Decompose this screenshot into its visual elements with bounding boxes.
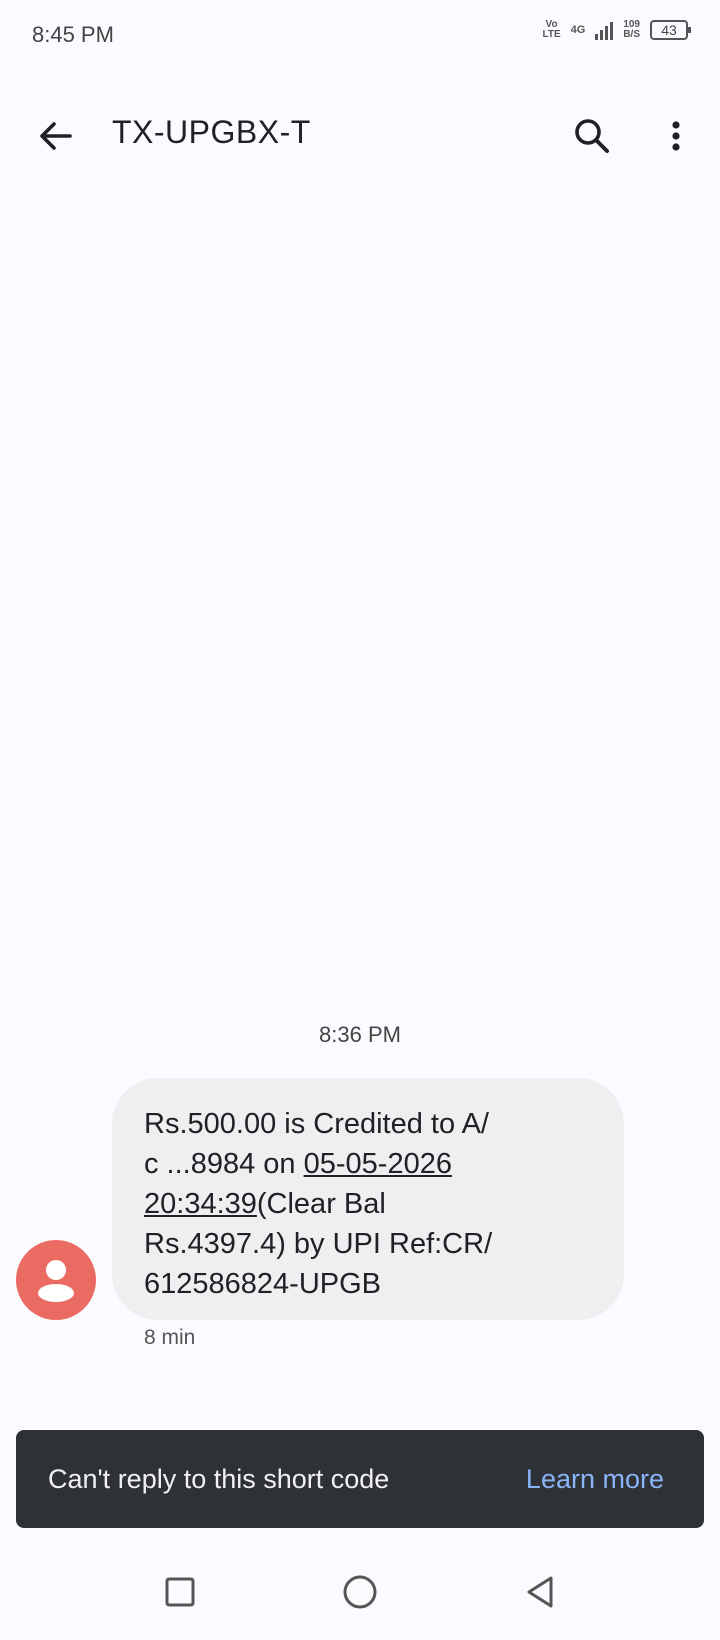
back-arrow-icon	[40, 122, 72, 150]
status-time: 8:45 PM	[32, 22, 114, 47]
message-line: Rs.500.00 is Credited to A/	[144, 1108, 489, 1140]
navigation-bar	[0, 1544, 720, 1640]
status-icons: Vo LTE 4G 109 B/S 43	[542, 19, 691, 40]
home-button[interactable]	[332, 1564, 388, 1620]
back-button[interactable]	[32, 112, 80, 160]
signal-icon	[595, 20, 614, 40]
learn-more-button[interactable]: Learn more	[526, 1464, 664, 1495]
conversation-title: TX-UPGBX-T	[112, 114, 311, 150]
search-icon	[575, 119, 609, 153]
square-icon	[165, 1577, 195, 1607]
battery-icon: 43	[650, 20, 691, 40]
time-link[interactable]: 20:34:39	[144, 1188, 257, 1220]
message-line: c ...8984 on 05-05-2026	[144, 1148, 452, 1180]
back-nav-button[interactable]	[512, 1564, 568, 1620]
volte-icon: Vo LTE	[542, 19, 561, 40]
message-timestamp: 8:36 PM	[319, 1022, 401, 1047]
network-type: 4G	[570, 24, 586, 36]
more-options-button[interactable]	[656, 112, 696, 160]
recents-button[interactable]	[152, 1564, 208, 1620]
triangle-back-icon	[527, 1576, 553, 1608]
message-line: 612586824-UPGB	[144, 1268, 381, 1300]
snackbar: Can't reply to this short code Learn mor…	[16, 1430, 704, 1528]
sender-avatar[interactable]	[16, 1240, 96, 1320]
search-button[interactable]	[568, 112, 616, 160]
message-line: Rs.4397.4) by UPI Ref:CR/	[144, 1228, 493, 1260]
battery-level: 43	[661, 22, 677, 38]
message-age: 8 min	[144, 1326, 196, 1349]
person-icon	[38, 1260, 74, 1302]
message-bubble[interactable]: Rs.500.00 is Credited to A/ c ...8984 on…	[112, 1078, 624, 1320]
network-speed: 109 B/S	[623, 19, 640, 40]
snackbar-text: Can't reply to this short code	[48, 1464, 390, 1494]
date-link[interactable]: 05-05-2026	[304, 1148, 452, 1180]
circle-icon	[343, 1575, 377, 1609]
message-line: 20:34:39(Clear Bal	[144, 1188, 386, 1220]
app-bar: TX-UPGBX-T	[0, 90, 720, 180]
status-bar: 8:45 PM Vo LTE 4G 109 B/S 43	[0, 0, 720, 72]
more-vert-icon	[672, 121, 680, 151]
